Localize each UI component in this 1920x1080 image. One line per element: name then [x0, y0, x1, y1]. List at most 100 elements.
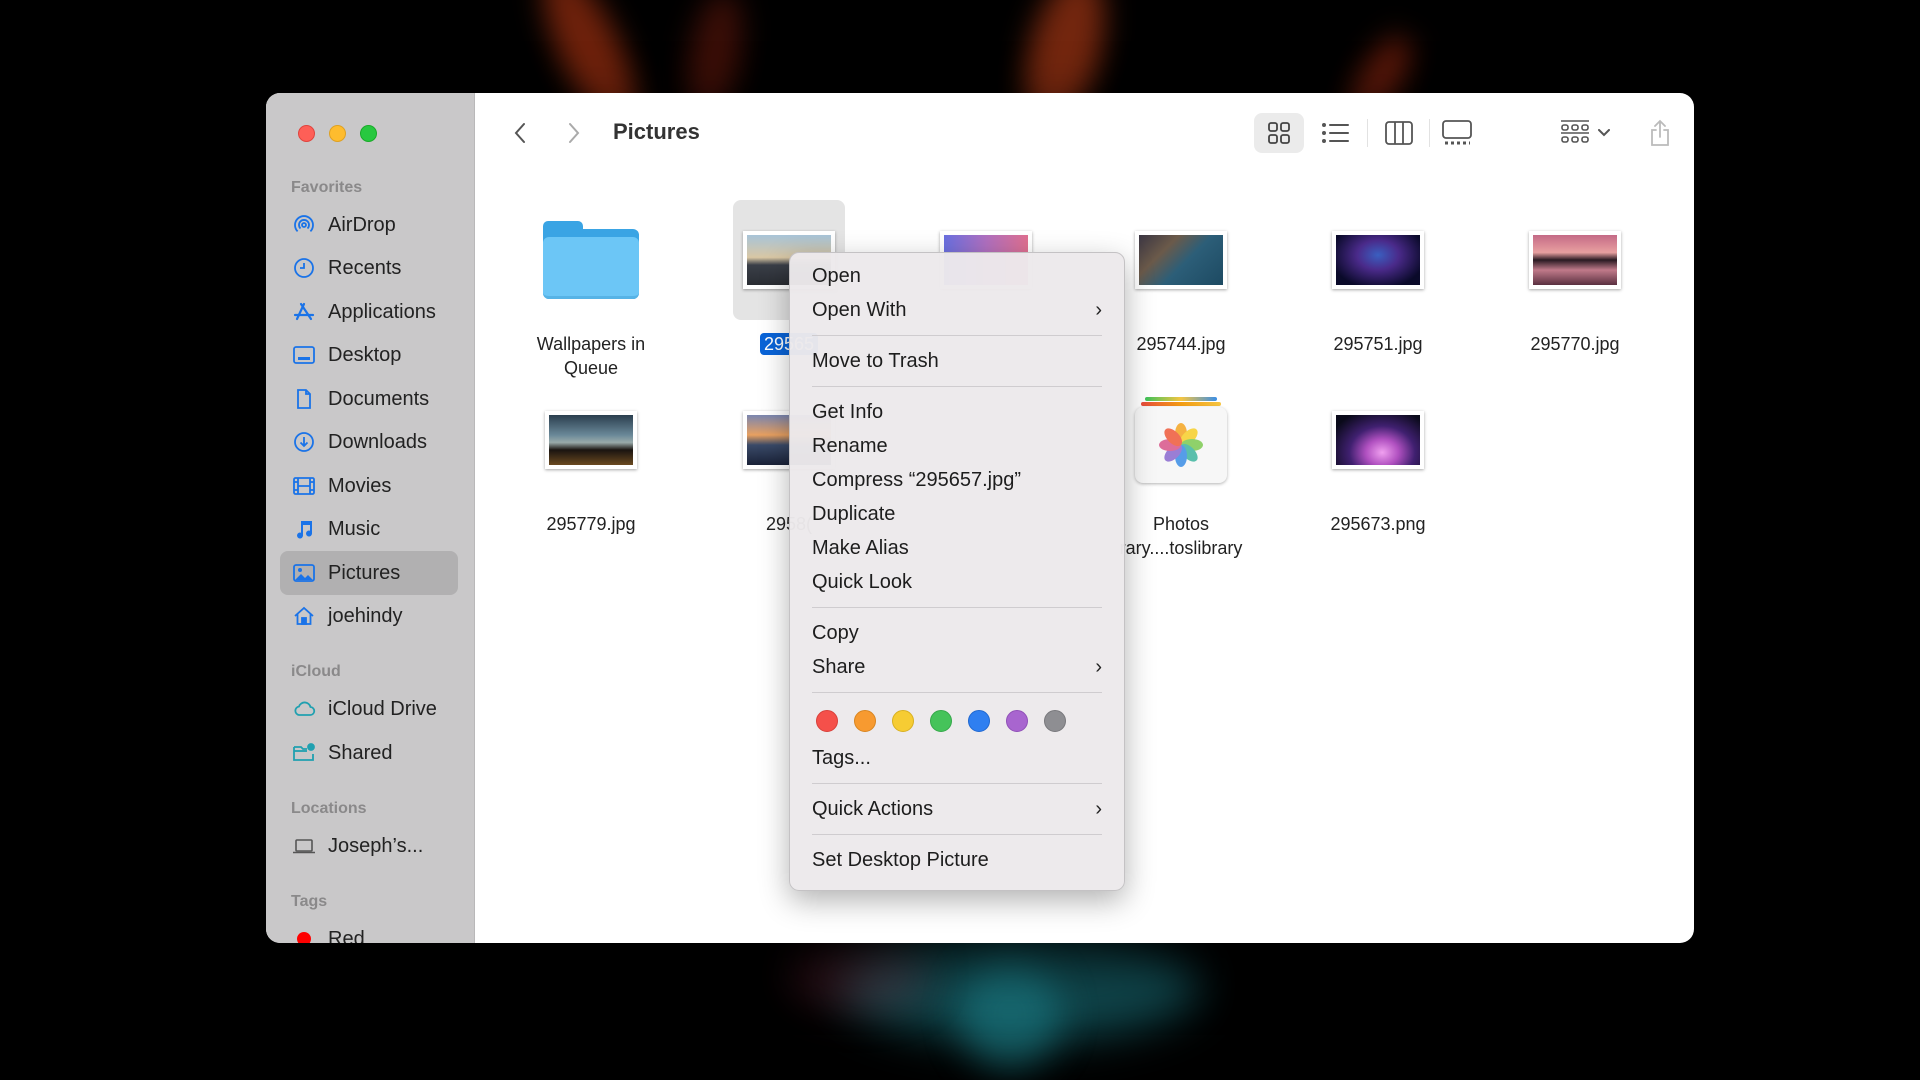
column-view-icon: [1385, 121, 1413, 145]
photos-flower-icon: [1156, 420, 1206, 470]
file-label: 295770.jpg: [1485, 332, 1665, 356]
back-button[interactable]: [505, 113, 535, 153]
sidebar-item-home[interactable]: joehindy: [280, 594, 458, 638]
sidebar-item-documents[interactable]: Documents: [280, 377, 458, 421]
sidebar-item-shared[interactable]: Shared: [280, 731, 458, 775]
menu-separator: [812, 607, 1102, 608]
tag-color-row: [790, 701, 1124, 741]
file-item-folder[interactable]: Wallpapers inQueue: [501, 200, 681, 380]
file-label: 295779.jpg: [501, 512, 681, 536]
toolbar-divider: [1429, 119, 1430, 147]
sidebar-section-tags: Tags: [291, 893, 327, 911]
sidebar-item-icloud-drive[interactable]: iCloud Drive: [280, 687, 458, 731]
menu-item-open[interactable]: Open: [790, 259, 1124, 293]
cloud-icon: [292, 697, 316, 721]
menu-item-make-alias[interactable]: Make Alias: [790, 531, 1124, 565]
sidebar-item-airdrop[interactable]: AirDrop: [280, 203, 458, 247]
sidebar-item-label: Desktop: [328, 344, 401, 367]
image-thumbnail: [1322, 200, 1434, 320]
share-button[interactable]: [1642, 113, 1678, 153]
desktop-icon: [292, 343, 316, 367]
icon-view-icon: [1267, 121, 1291, 145]
sidebar-item-label: iCloud Drive: [328, 698, 437, 721]
menu-item-set-desktop-picture[interactable]: Set Desktop Picture: [790, 843, 1124, 877]
sidebar-item-music[interactable]: Music: [280, 507, 458, 551]
download-icon: [292, 430, 316, 454]
file-item[interactable]: 295751.jpg: [1288, 200, 1468, 356]
tag-color-purple[interactable]: [1006, 710, 1028, 732]
sidebar-item-movies[interactable]: Movies: [280, 464, 458, 508]
laptop-icon: [292, 834, 316, 858]
image-thumbnail: [535, 380, 647, 500]
forward-icon: [567, 121, 581, 145]
chevron-right-icon: ›: [1095, 798, 1102, 821]
minimize-window-button[interactable]: [329, 125, 346, 142]
list-view-button[interactable]: [1311, 113, 1361, 153]
menu-separator: [812, 692, 1102, 693]
sidebar-section-favorites: Favorites: [291, 179, 362, 197]
back-icon: [513, 121, 527, 145]
clock-icon: [292, 256, 316, 280]
sidebar-item-mac[interactable]: Joseph’s...: [280, 824, 458, 868]
film-icon: [292, 474, 316, 498]
tag-color-orange[interactable]: [854, 710, 876, 732]
menu-separator: [812, 335, 1102, 336]
finder-window: Favorites AirDrop Recents Applications D…: [266, 93, 1694, 943]
menu-item-get-info[interactable]: Get Info: [790, 395, 1124, 429]
sidebar-item-label: AirDrop: [328, 214, 396, 237]
chevron-right-icon: ›: [1095, 656, 1102, 679]
menu-item-compress[interactable]: Compress “295657.jpg”: [790, 463, 1124, 497]
sidebar-item-applications[interactable]: Applications: [280, 290, 458, 334]
sidebar-item-label: Joseph’s...: [328, 835, 423, 858]
file-item[interactable]: 295673.png: [1288, 380, 1468, 536]
column-view-button[interactable]: [1374, 113, 1424, 153]
menu-separator: [812, 783, 1102, 784]
icon-view-button[interactable]: [1254, 113, 1304, 153]
file-item[interactable]: 295779.jpg: [501, 380, 681, 536]
music-note-icon: [292, 517, 316, 541]
wallpaper-streak: [790, 940, 930, 1010]
sidebar-item-label: Applications: [328, 301, 436, 324]
toolbar: Pictures: [475, 93, 1694, 173]
home-icon: [292, 604, 316, 628]
sidebar-item-label: Recents: [328, 257, 401, 280]
menu-item-open-with[interactable]: Open With›: [790, 293, 1124, 327]
context-menu: Open Open With› Move to Trash Get Info R…: [789, 252, 1125, 891]
sidebar-item-label: Documents: [328, 388, 429, 411]
window-title: Pictures: [613, 119, 700, 145]
close-window-button[interactable]: [298, 125, 315, 142]
menu-item-quick-look[interactable]: Quick Look: [790, 565, 1124, 599]
sidebar-item-pictures[interactable]: Pictures: [280, 551, 458, 595]
zoom-window-button[interactable]: [360, 125, 377, 142]
sidebar-item-label: joehindy: [328, 605, 403, 628]
forward-button[interactable]: [559, 113, 589, 153]
group-by-button[interactable]: [1555, 113, 1615, 153]
sidebar-section-icloud: iCloud: [291, 663, 341, 681]
photo-icon: [292, 561, 316, 585]
sidebar-item-recents[interactable]: Recents: [280, 246, 458, 290]
menu-item-quick-actions[interactable]: Quick Actions›: [790, 792, 1124, 826]
sidebar-item-tag-red[interactable]: Red: [280, 917, 458, 943]
menu-item-move-to-trash[interactable]: Move to Trash: [790, 344, 1124, 378]
menu-item-tags[interactable]: Tags...: [790, 741, 1124, 775]
sidebar-item-label: Movies: [328, 475, 391, 498]
menu-item-copy[interactable]: Copy: [790, 616, 1124, 650]
menu-item-share[interactable]: Share›: [790, 650, 1124, 684]
sidebar-item-downloads[interactable]: Downloads: [280, 420, 458, 464]
tag-color-red[interactable]: [816, 710, 838, 732]
tag-color-yellow[interactable]: [892, 710, 914, 732]
sidebar-item-label: Red: [328, 928, 365, 944]
menu-item-duplicate[interactable]: Duplicate: [790, 497, 1124, 531]
red-tag-dot-icon: [292, 927, 316, 943]
applications-icon: [292, 300, 316, 324]
sidebar: Favorites AirDrop Recents Applications D…: [266, 93, 475, 943]
chevron-right-icon: ›: [1095, 299, 1102, 322]
menu-item-rename[interactable]: Rename: [790, 429, 1124, 463]
tag-color-gray[interactable]: [1044, 710, 1066, 732]
gallery-view-button[interactable]: [1432, 113, 1482, 153]
tag-color-green[interactable]: [930, 710, 952, 732]
sidebar-item-desktop[interactable]: Desktop: [280, 333, 458, 377]
file-item[interactable]: 295770.jpg: [1485, 200, 1665, 356]
tag-color-blue[interactable]: [968, 710, 990, 732]
menu-separator: [812, 386, 1102, 387]
